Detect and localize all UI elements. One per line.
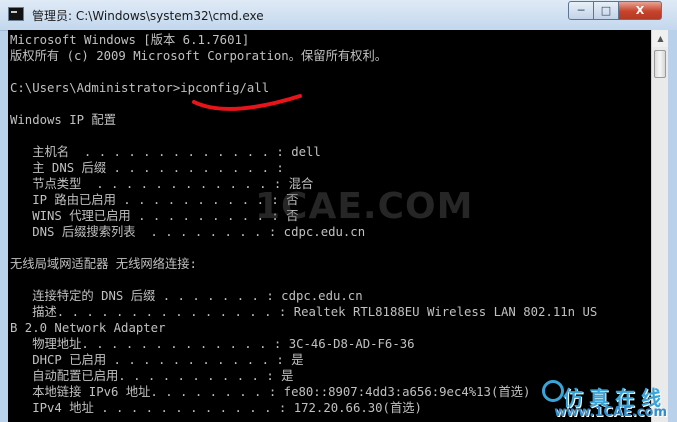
console-line: 描述. . . . . . . . . . . . . . . : Realte… bbox=[10, 305, 598, 319]
cmd-icon[interactable] bbox=[8, 7, 24, 21]
red-underline-annotation bbox=[192, 94, 302, 111]
close-button[interactable]: X bbox=[618, 1, 662, 20]
window-frame bbox=[668, 30, 677, 422]
console-line: 自动配置已启用. . . . . . . . . . : 是 bbox=[10, 369, 294, 383]
console-line: 主 DNS 后缀 . . . . . . . . . . . : bbox=[10, 161, 284, 175]
console-line: 物理地址. . . . . . . . . . . . . : 3C-46-D8… bbox=[10, 337, 415, 351]
title-bar[interactable]: 管理员: C:\Windows\system32\cmd.exe ─ □ X bbox=[0, 0, 677, 31]
watermark-url: www.1CAE.com bbox=[554, 405, 667, 420]
console-line: 本地链接 IPv6 地址. . . . . . . . : fe80::8907… bbox=[10, 385, 531, 399]
console-line: 版权所有 (c) 2009 Microsoft Corporation。保留所有… bbox=[10, 49, 388, 63]
scroll-up-arrow-icon[interactable]: ▲ bbox=[652, 30, 669, 47]
console-line: 无线局域网适配器 无线网络连接: bbox=[10, 257, 197, 271]
console-line: Microsoft Windows [版本 6.1.7601] bbox=[10, 33, 250, 47]
corner-watermark: 仿真在线 www.1CAE.com bbox=[540, 376, 677, 422]
logo-icon bbox=[542, 380, 564, 402]
maximize-button[interactable]: □ bbox=[593, 1, 619, 20]
watermark-text: 1CAE.COM bbox=[255, 186, 474, 227]
console-line: IPv4 地址 . . . . . . . . . . . . : 172.20… bbox=[10, 401, 422, 415]
console-line: DHCP 已启用 . . . . . . . . . . . : 是 bbox=[10, 353, 304, 367]
console-line: Windows IP 配置 bbox=[10, 113, 117, 127]
console-line: B 2.0 Network Adapter bbox=[10, 321, 166, 335]
vertical-scrollbar[interactable]: ▲ bbox=[651, 30, 669, 422]
console-line: 连接特定的 DNS 后缀 . . . . . . . : cdpc.edu.cn bbox=[10, 289, 363, 303]
scroll-thumb[interactable] bbox=[654, 50, 666, 78]
cmd-window: 管理员: C:\Windows\system32\cmd.exe ─ □ X M… bbox=[0, 0, 677, 422]
minimize-button[interactable]: ─ bbox=[568, 1, 594, 20]
window-title: 管理员: C:\Windows\system32\cmd.exe bbox=[32, 9, 264, 23]
console-line: 主机名 . . . . . . . . . . . . . : dell bbox=[10, 145, 321, 159]
